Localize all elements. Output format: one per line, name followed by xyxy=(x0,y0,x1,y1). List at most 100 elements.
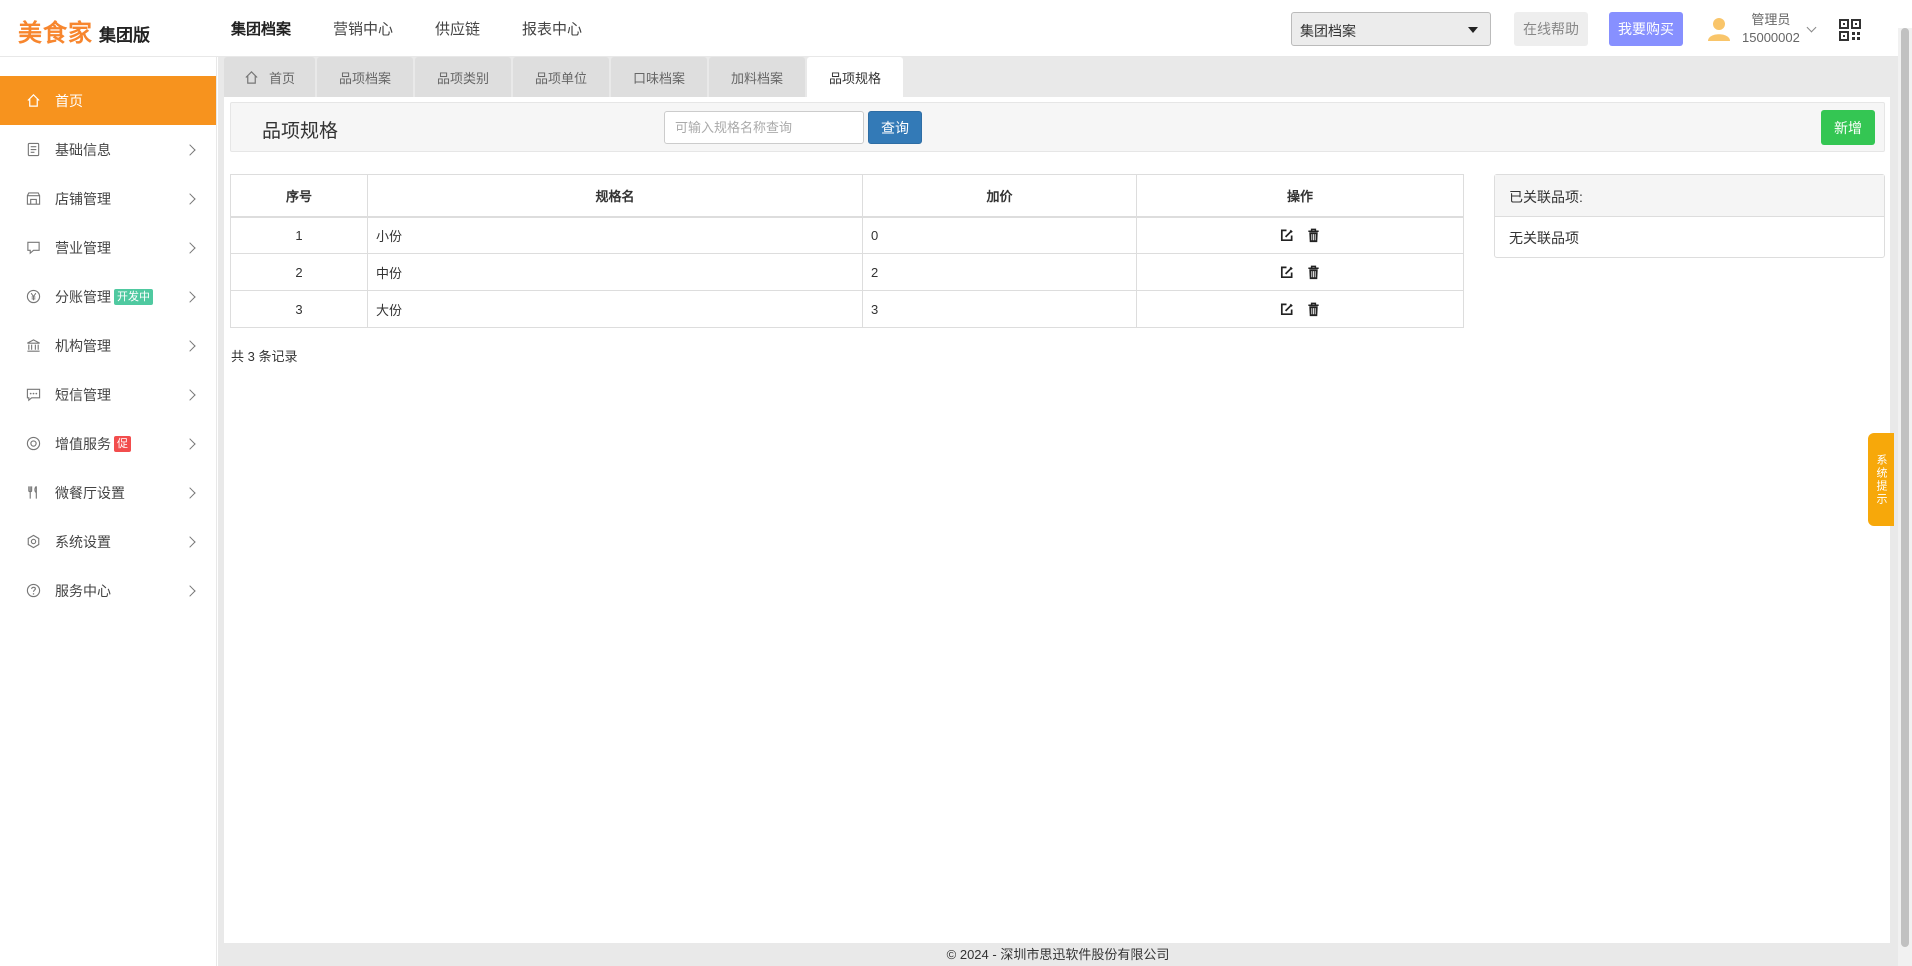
sidebar-item-label: 增值服务 xyxy=(55,435,111,452)
sidebar-item-home[interactable]: 首页 xyxy=(0,76,216,125)
chevron-right-icon xyxy=(184,536,196,548)
cell-price: 0 xyxy=(862,216,1137,254)
chevron-right-icon xyxy=(184,438,196,450)
chevron-down-icon[interactable] xyxy=(1806,22,1817,33)
yen-coin-icon xyxy=(26,289,41,304)
help-circle-icon xyxy=(26,583,41,598)
sidebar-item-store[interactable]: 店铺管理 xyxy=(0,174,216,223)
sidebar-item-service-center[interactable]: 服务中心 xyxy=(0,566,216,615)
sidebar-item-label: 基础信息 xyxy=(55,141,111,158)
linked-items-empty: 无关联品项 xyxy=(1509,230,1579,246)
trash-icon[interactable] xyxy=(1306,265,1321,280)
topnav-reports[interactable]: 报表中心 xyxy=(522,18,582,39)
sidebar: 首页 基础信息 店铺管理 营业管理 分账管理 开发中 机构管理 短信管理 增值服… xyxy=(0,57,217,966)
home-icon xyxy=(27,94,40,107)
edit-icon[interactable] xyxy=(1279,228,1294,243)
top-nav: 集团档案 营销中心 供应链 报表中心 xyxy=(231,18,624,39)
system-tip-tab[interactable]: 系统提示 xyxy=(1868,433,1894,526)
top-header: 美食家 集团版 集团档案 营销中心 供应链 报表中心 集团档案 在线帮助 我要购… xyxy=(0,0,1912,57)
trash-icon[interactable] xyxy=(1306,228,1321,243)
sidebar-item-label: 服务中心 xyxy=(55,582,111,599)
buy-button[interactable]: 我要购买 xyxy=(1609,12,1683,46)
bank-icon xyxy=(27,339,40,352)
org-select[interactable]: 集团档案 xyxy=(1291,12,1491,46)
tab-item-spec[interactable]: 品项规格 xyxy=(807,57,904,97)
chevron-right-icon xyxy=(184,585,196,597)
linked-items-panel: 已关联品项: 无关联品项 xyxy=(1494,174,1885,258)
target-icon xyxy=(26,436,41,451)
logo-main-text: 美食家 xyxy=(18,20,93,47)
tab-item-archive[interactable]: 品项档案 xyxy=(317,57,414,97)
tab-label: 首页 xyxy=(269,70,296,86)
sidebar-item-label: 店铺管理 xyxy=(55,190,111,207)
record-count: 共 3 条记录 xyxy=(231,349,298,364)
gear-icon xyxy=(27,534,40,549)
tab-topping-archive[interactable]: 加料档案 xyxy=(709,57,806,97)
cell-no: 3 xyxy=(230,290,368,328)
sidebar-item-label: 分账管理 xyxy=(55,288,111,305)
trash-icon[interactable] xyxy=(1306,302,1321,317)
chevron-right-icon xyxy=(184,487,196,499)
col-header-actions: 操作 xyxy=(1136,174,1464,218)
chevron-right-icon xyxy=(184,340,196,352)
topnav-marketing[interactable]: 营销中心 xyxy=(333,18,393,39)
org-select-value: 集团档案 xyxy=(1300,23,1356,39)
app-logo[interactable]: 美食家 集团版 xyxy=(18,13,150,48)
sidebar-item-sms[interactable]: 短信管理 xyxy=(0,370,216,419)
topnav-supply-chain[interactable]: 供应链 xyxy=(435,18,480,39)
sidebar-item-label: 机构管理 xyxy=(55,337,111,354)
chevron-right-icon xyxy=(184,144,196,156)
toolbar: 品项规格 查询 新增 xyxy=(230,102,1885,152)
chevron-right-icon xyxy=(184,242,196,254)
caret-down-icon xyxy=(1468,27,1478,33)
logo-sub-text: 集团版 xyxy=(99,26,150,45)
user-role: 管理员 xyxy=(1751,12,1791,27)
cell-name: 中份 xyxy=(367,253,863,291)
message-icon xyxy=(26,388,41,402)
tab-item-unit[interactable]: 品项单位 xyxy=(513,57,610,97)
table-row[interactable]: 3 大份 3 xyxy=(230,290,1464,328)
topnav-group-archive[interactable]: 集团档案 xyxy=(231,18,292,39)
col-header-name[interactable]: 规格名 xyxy=(367,174,863,218)
cell-name: 大份 xyxy=(367,290,863,328)
sidebar-item-label: 营业管理 xyxy=(55,239,111,256)
tab-flavor-archive[interactable]: 口味档案 xyxy=(611,57,708,97)
edit-icon[interactable] xyxy=(1279,265,1294,280)
online-help-button[interactable]: 在线帮助 xyxy=(1514,12,1588,46)
cell-no: 1 xyxy=(230,216,368,254)
col-header-price[interactable]: 加价 xyxy=(862,174,1137,218)
sidebar-item-value-added[interactable]: 增值服务 促 xyxy=(0,419,216,468)
tab-item-category[interactable]: 品项类别 xyxy=(415,57,512,97)
query-button[interactable]: 查询 xyxy=(868,111,922,144)
add-button[interactable]: 新增 xyxy=(1821,110,1875,145)
edit-icon[interactable] xyxy=(1279,302,1294,317)
dev-badge: 开发中 xyxy=(114,288,153,305)
chevron-right-icon xyxy=(184,291,196,303)
utensils-icon xyxy=(28,485,37,499)
table-row[interactable]: 2 中份 2 xyxy=(230,253,1464,291)
cell-no: 2 xyxy=(230,253,368,291)
chat-icon xyxy=(27,241,40,255)
col-header-no[interactable]: 序号 xyxy=(230,174,368,218)
table-row[interactable]: 1 小份 0 xyxy=(230,216,1464,254)
tab-home[interactable]: 首页 xyxy=(224,57,316,97)
user-id: 15000002 xyxy=(1742,30,1800,45)
cell-actions xyxy=(1136,253,1464,291)
user-info[interactable]: 管理员 15000002 xyxy=(1742,11,1800,47)
sidebar-item-split-account[interactable]: 分账管理 开发中 xyxy=(0,272,216,321)
spec-search-input[interactable] xyxy=(664,111,864,144)
sidebar-item-basic-info[interactable]: 基础信息 xyxy=(0,125,216,174)
sidebar-item-organization[interactable]: 机构管理 xyxy=(0,321,216,370)
linked-items-title: 已关联品项: xyxy=(1495,175,1884,217)
sidebar-item-label: 首页 xyxy=(55,92,83,109)
qr-code-icon[interactable] xyxy=(1839,19,1861,41)
store-icon xyxy=(26,192,41,205)
page-scrollbar-thumb[interactable] xyxy=(1901,28,1909,947)
user-avatar-icon[interactable] xyxy=(1706,16,1732,42)
page-title: 品项规格 xyxy=(262,121,339,142)
sidebar-item-business[interactable]: 营业管理 xyxy=(0,223,216,272)
sidebar-item-micro-restaurant[interactable]: 微餐厅设置 xyxy=(0,468,216,517)
cell-name: 小份 xyxy=(367,216,863,254)
chevron-right-icon xyxy=(184,193,196,205)
sidebar-item-system-settings[interactable]: 系统设置 xyxy=(0,517,216,566)
